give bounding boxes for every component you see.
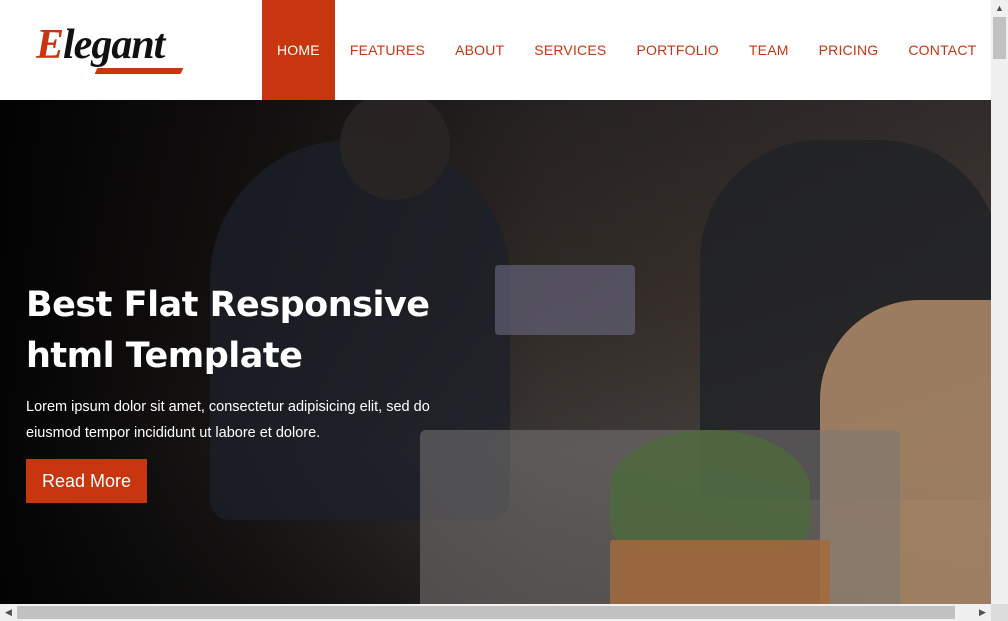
scrollbar-corner <box>991 604 1008 621</box>
arrow-up-icon[interactable]: ▲ <box>991 0 1008 17</box>
main-nav: HOME FEATURES ABOUT SERVICES PORTFOLIO T… <box>262 0 991 100</box>
logo-first-letter: E <box>36 22 64 68</box>
nav-item-pricing[interactable]: PRICING <box>804 0 894 100</box>
arrow-right-icon[interactable]: ▶ <box>974 604 991 621</box>
hero-subtitle-line1: Lorem ipsum dolor sit amet, consectetur … <box>26 399 430 415</box>
nav-item-home[interactable]: HOME <box>262 0 335 100</box>
hero-bg-laptop <box>495 265 635 335</box>
logo[interactable]: Elegant <box>36 22 165 68</box>
logo-rest: legant <box>63 22 165 68</box>
nav-item-features[interactable]: FEATURES <box>335 0 440 100</box>
navbar: Elegant HOME FEATURES ABOUT SERVICES POR… <box>0 0 991 100</box>
hero-bg-plant <box>610 430 810 550</box>
hero-title-line2: html Template <box>26 336 303 376</box>
read-more-button[interactable]: Read More <box>26 459 148 503</box>
nav-item-about[interactable]: ABOUT <box>440 0 519 100</box>
arrow-left-icon[interactable]: ◀ <box>0 604 17 621</box>
horizontal-scrollbar[interactable]: ◀ ▶ <box>0 604 991 621</box>
hero-title: Best Flat Responsive html Template <box>26 280 486 382</box>
hero-section: Best Flat Responsive html Template Lorem… <box>0 100 991 604</box>
nav-item-portfolio[interactable]: PORTFOLIO <box>621 0 733 100</box>
hero-subtitle: Lorem ipsum dolor sit amet, consectetur … <box>26 394 486 446</box>
logo-swoosh <box>94 68 184 74</box>
browser-viewport: Elegant HOME FEATURES ABOUT SERVICES POR… <box>0 0 991 604</box>
hero-content: Best Flat Responsive html Template Lorem… <box>26 280 486 503</box>
horizontal-scroll-thumb[interactable] <box>17 606 955 619</box>
vertical-scrollbar[interactable]: ▲ <box>991 0 1008 604</box>
nav-item-services[interactable]: SERVICES <box>519 0 621 100</box>
hero-title-line1: Best Flat Responsive <box>26 285 430 325</box>
nav-item-team[interactable]: TEAM <box>734 0 804 100</box>
nav-item-contact[interactable]: CONTACT <box>893 0 991 100</box>
vertical-scroll-thumb[interactable] <box>993 17 1006 59</box>
hero-bg-pot <box>610 540 830 604</box>
hero-subtitle-line2: eiusmod tempor incididunt ut labore et d… <box>26 425 321 441</box>
